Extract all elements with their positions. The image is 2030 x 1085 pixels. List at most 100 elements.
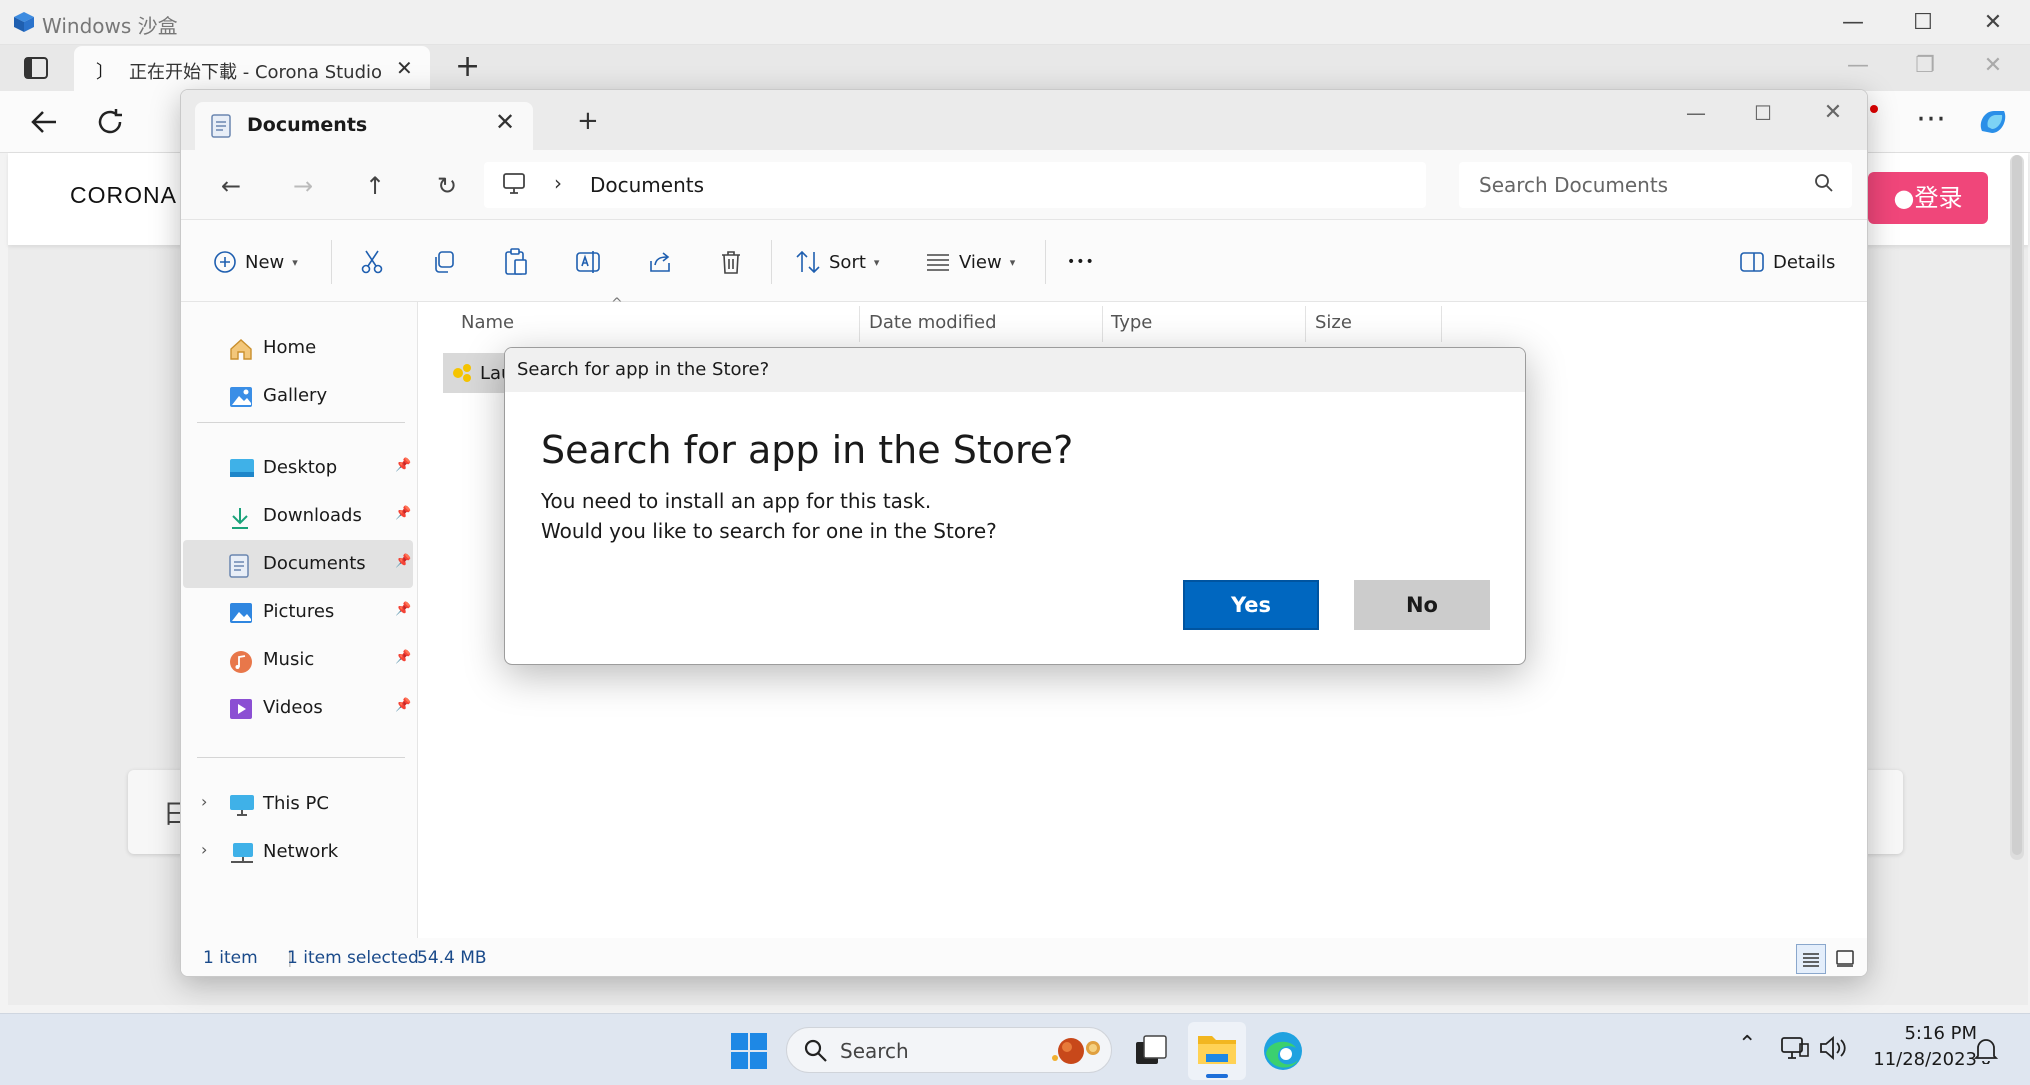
details-button[interactable]: Details bbox=[1739, 248, 1835, 276]
volume-icon[interactable] bbox=[1818, 1034, 1848, 1062]
copy-button[interactable] bbox=[431, 248, 457, 276]
rename-button[interactable] bbox=[575, 248, 603, 276]
nav-divider bbox=[197, 422, 405, 423]
task-view-icon[interactable] bbox=[1128, 1028, 1174, 1074]
sandbox-maximize-button[interactable]: ☐ bbox=[1908, 8, 1938, 38]
explorer-maximize-button[interactable]: ☐ bbox=[1748, 98, 1778, 128]
explorer-minimize-button[interactable]: — bbox=[1681, 98, 1711, 128]
pin-icon[interactable]: 📌 bbox=[395, 458, 411, 473]
nav-item-home-label: Home bbox=[263, 337, 317, 358]
column-divider[interactable] bbox=[1102, 306, 1103, 342]
browser-tab-close-icon[interactable]: ✕ bbox=[396, 56, 413, 80]
search-icon bbox=[1815, 174, 1833, 192]
explorer-tab-close-icon[interactable]: ✕ bbox=[495, 108, 515, 136]
taskbar-search-box[interactable]: Search bbox=[786, 1027, 1112, 1073]
nav-item-pictures-label: Pictures bbox=[263, 601, 335, 622]
page-scrollbar[interactable] bbox=[2010, 155, 2024, 860]
paste-button[interactable] bbox=[503, 248, 529, 276]
clock-date[interactable]: 11/28/2023 bbox=[1867, 1049, 1977, 1070]
nav-item-music[interactable]: Music 📌 bbox=[183, 636, 413, 684]
browser-tab[interactable]: 〕 正在开始下載 - Corona Studio ✕ bbox=[74, 46, 430, 92]
column-header-size[interactable]: Size bbox=[1315, 312, 1352, 333]
no-button[interactable]: No bbox=[1354, 580, 1490, 630]
tiles-view-toggle[interactable] bbox=[1831, 944, 1861, 974]
column-divider[interactable] bbox=[859, 306, 860, 342]
browser-restore-button[interactable]: ❐ bbox=[1910, 51, 1940, 81]
tab-favicon-icon: 〕 bbox=[96, 62, 114, 83]
column-header-name[interactable]: Name bbox=[461, 312, 514, 333]
browser-new-tab-button[interactable]: + bbox=[455, 49, 480, 84]
notification-bell-icon[interactable] bbox=[1974, 1036, 1998, 1064]
explorer-tab-title: Documents bbox=[247, 114, 368, 136]
browser-minimize-button[interactable]: — bbox=[1843, 51, 1873, 81]
copilot-icon[interactable] bbox=[1976, 105, 2010, 139]
computer-icon bbox=[503, 173, 525, 194]
tab-actions-icon[interactable] bbox=[24, 57, 48, 79]
view-button[interactable]: View ▾ bbox=[925, 248, 1015, 276]
pin-icon[interactable]: 📌 bbox=[395, 554, 411, 569]
cut-button[interactable] bbox=[359, 248, 385, 276]
nav-item-network[interactable]: › Network bbox=[183, 828, 413, 876]
browser-close-button[interactable]: ✕ bbox=[1978, 51, 2008, 81]
pin-icon[interactable]: 📌 bbox=[395, 506, 411, 521]
cmd-divider bbox=[1045, 240, 1046, 284]
chevron-right-icon[interactable]: › bbox=[201, 840, 207, 859]
explorer-search-box[interactable]: Search Documents bbox=[1459, 162, 1852, 208]
column-header-type[interactable]: Type bbox=[1111, 312, 1152, 333]
nav-item-videos[interactable]: Videos 📌 bbox=[183, 684, 413, 732]
breadcrumb-documents[interactable]: Documents bbox=[590, 173, 704, 197]
login-button[interactable]: ●登录 bbox=[1868, 172, 1988, 224]
sort-button[interactable]: Sort ▾ bbox=[795, 248, 879, 276]
new-button[interactable]: New ▾ bbox=[213, 248, 298, 276]
chevron-right-icon[interactable]: › bbox=[201, 792, 207, 811]
browser-more-icon[interactable]: ⋯ bbox=[1916, 101, 1946, 136]
dialog-title: Search for app in the Store? bbox=[517, 359, 770, 380]
explorer-refresh-button[interactable]: ↻ bbox=[429, 168, 465, 204]
nav-item-gallery-label: Gallery bbox=[263, 385, 328, 406]
sandbox-close-button[interactable]: ✕ bbox=[1978, 8, 2008, 38]
scissors-icon bbox=[361, 250, 383, 274]
nav-item-documents-label: Documents bbox=[263, 553, 366, 574]
pin-icon[interactable]: 📌 bbox=[395, 650, 411, 665]
windows-start-icon[interactable] bbox=[726, 1028, 772, 1074]
corona-logo[interactable]: CORONA ) bbox=[70, 182, 192, 209]
explorer-forward-button[interactable]: → bbox=[285, 168, 321, 204]
refresh-icon[interactable] bbox=[96, 108, 124, 136]
nav-item-downloads[interactable]: Downloads 📌 bbox=[183, 492, 413, 540]
sandbox-minimize-button[interactable]: — bbox=[1838, 8, 1868, 38]
back-arrow-icon[interactable] bbox=[30, 109, 58, 135]
nav-item-downloads-label: Downloads bbox=[263, 505, 362, 526]
nav-item-home[interactable]: Home bbox=[183, 324, 413, 372]
explorer-close-button[interactable]: ✕ bbox=[1818, 98, 1848, 128]
nav-item-desktop[interactable]: Desktop 📌 bbox=[183, 444, 413, 492]
pin-icon[interactable]: 📌 bbox=[395, 602, 411, 617]
plus-circle-icon bbox=[214, 251, 236, 273]
copy-icon bbox=[435, 251, 454, 273]
taskbar-file-explorer[interactable] bbox=[1188, 1022, 1246, 1080]
address-box[interactable]: › Documents bbox=[484, 162, 1426, 208]
explorer-back-button[interactable]: ← bbox=[213, 168, 249, 204]
page-scrollbar-thumb[interactable] bbox=[2012, 155, 2022, 855]
explorer-up-button[interactable]: ↑ bbox=[357, 168, 393, 204]
explorer-new-tab-button[interactable]: + bbox=[577, 106, 599, 136]
pin-icon[interactable]: 📌 bbox=[395, 698, 411, 713]
explorer-tab-documents[interactable]: Documents ✕ bbox=[195, 102, 533, 152]
yes-button[interactable]: Yes bbox=[1183, 580, 1319, 630]
nav-item-pictures[interactable]: Pictures 📌 bbox=[183, 588, 413, 636]
nav-item-this-pc[interactable]: › This PC bbox=[183, 780, 413, 828]
active-app-indicator bbox=[1206, 1074, 1228, 1078]
clock-time[interactable]: 5:16 PM bbox=[1897, 1023, 1977, 1044]
edge-browser-icon[interactable] bbox=[1260, 1028, 1306, 1074]
column-divider[interactable] bbox=[1305, 306, 1306, 342]
details-view-toggle[interactable] bbox=[1796, 944, 1826, 974]
share-button[interactable] bbox=[647, 248, 673, 276]
details-view-icon bbox=[1803, 953, 1819, 967]
nav-item-documents[interactable]: Documents 📌 bbox=[183, 540, 413, 588]
network-status-icon[interactable] bbox=[1780, 1034, 1810, 1062]
column-header-date-modified[interactable]: Date modified bbox=[869, 312, 997, 333]
chevron-up-icon[interactable]: ⌃ bbox=[1738, 1032, 1756, 1057]
delete-button[interactable] bbox=[719, 248, 743, 276]
column-divider[interactable] bbox=[1441, 306, 1442, 342]
more-options-button[interactable]: ••• bbox=[1067, 248, 1095, 276]
nav-item-gallery[interactable]: Gallery bbox=[183, 372, 413, 420]
